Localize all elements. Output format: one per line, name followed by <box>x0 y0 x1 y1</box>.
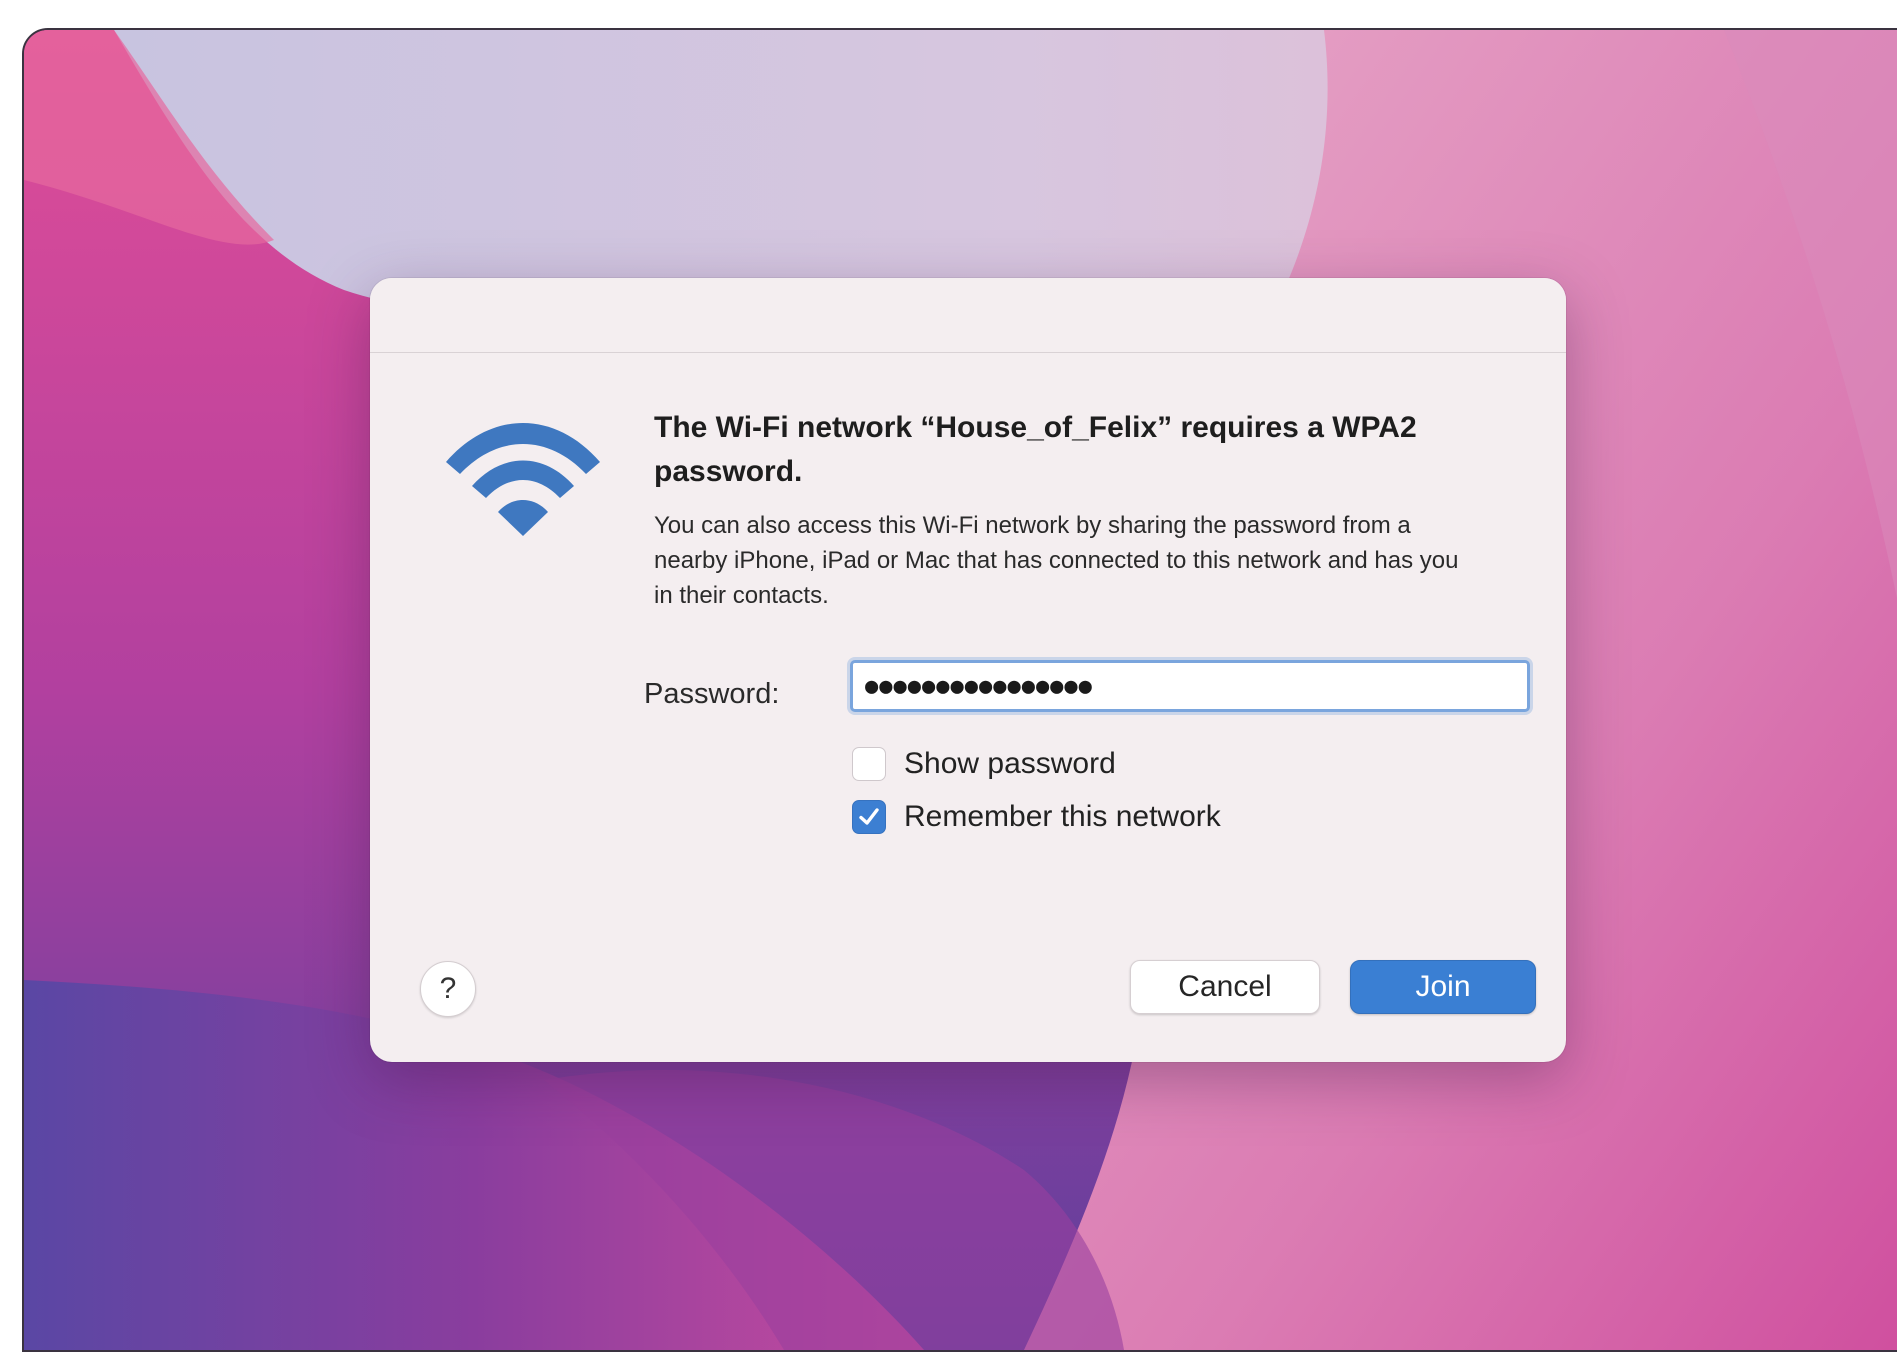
show-password-label: Show password <box>904 747 1116 780</box>
join-button[interactable]: Join <box>1350 960 1536 1014</box>
checkmark-icon <box>859 808 879 825</box>
remember-network-option[interactable]: Remember this network <box>852 800 1221 834</box>
dialog-heading: The Wi-Fi network “House_of_Felix” requi… <box>654 411 1417 488</box>
help-button[interactable]: ? <box>420 961 476 1017</box>
password-input[interactable] <box>850 660 1530 712</box>
desktop-screen: The Wi-Fi network “House_of_Felix” requi… <box>22 28 1897 1352</box>
wifi-password-dialog: The Wi-Fi network “House_of_Felix” requi… <box>370 278 1566 1062</box>
remember-network-label: Remember this network <box>904 800 1221 833</box>
password-label: Password: <box>644 678 780 710</box>
cancel-button[interactable]: Cancel <box>1130 960 1320 1014</box>
show-password-option[interactable]: Show password <box>852 747 1116 781</box>
remember-network-checkbox[interactable] <box>852 800 886 834</box>
dialog-titlebar <box>370 278 1566 353</box>
show-password-checkbox[interactable] <box>852 747 886 781</box>
wifi-icon <box>446 423 600 536</box>
dialog-description: You can also access this Wi-Fi network b… <box>654 512 1459 609</box>
